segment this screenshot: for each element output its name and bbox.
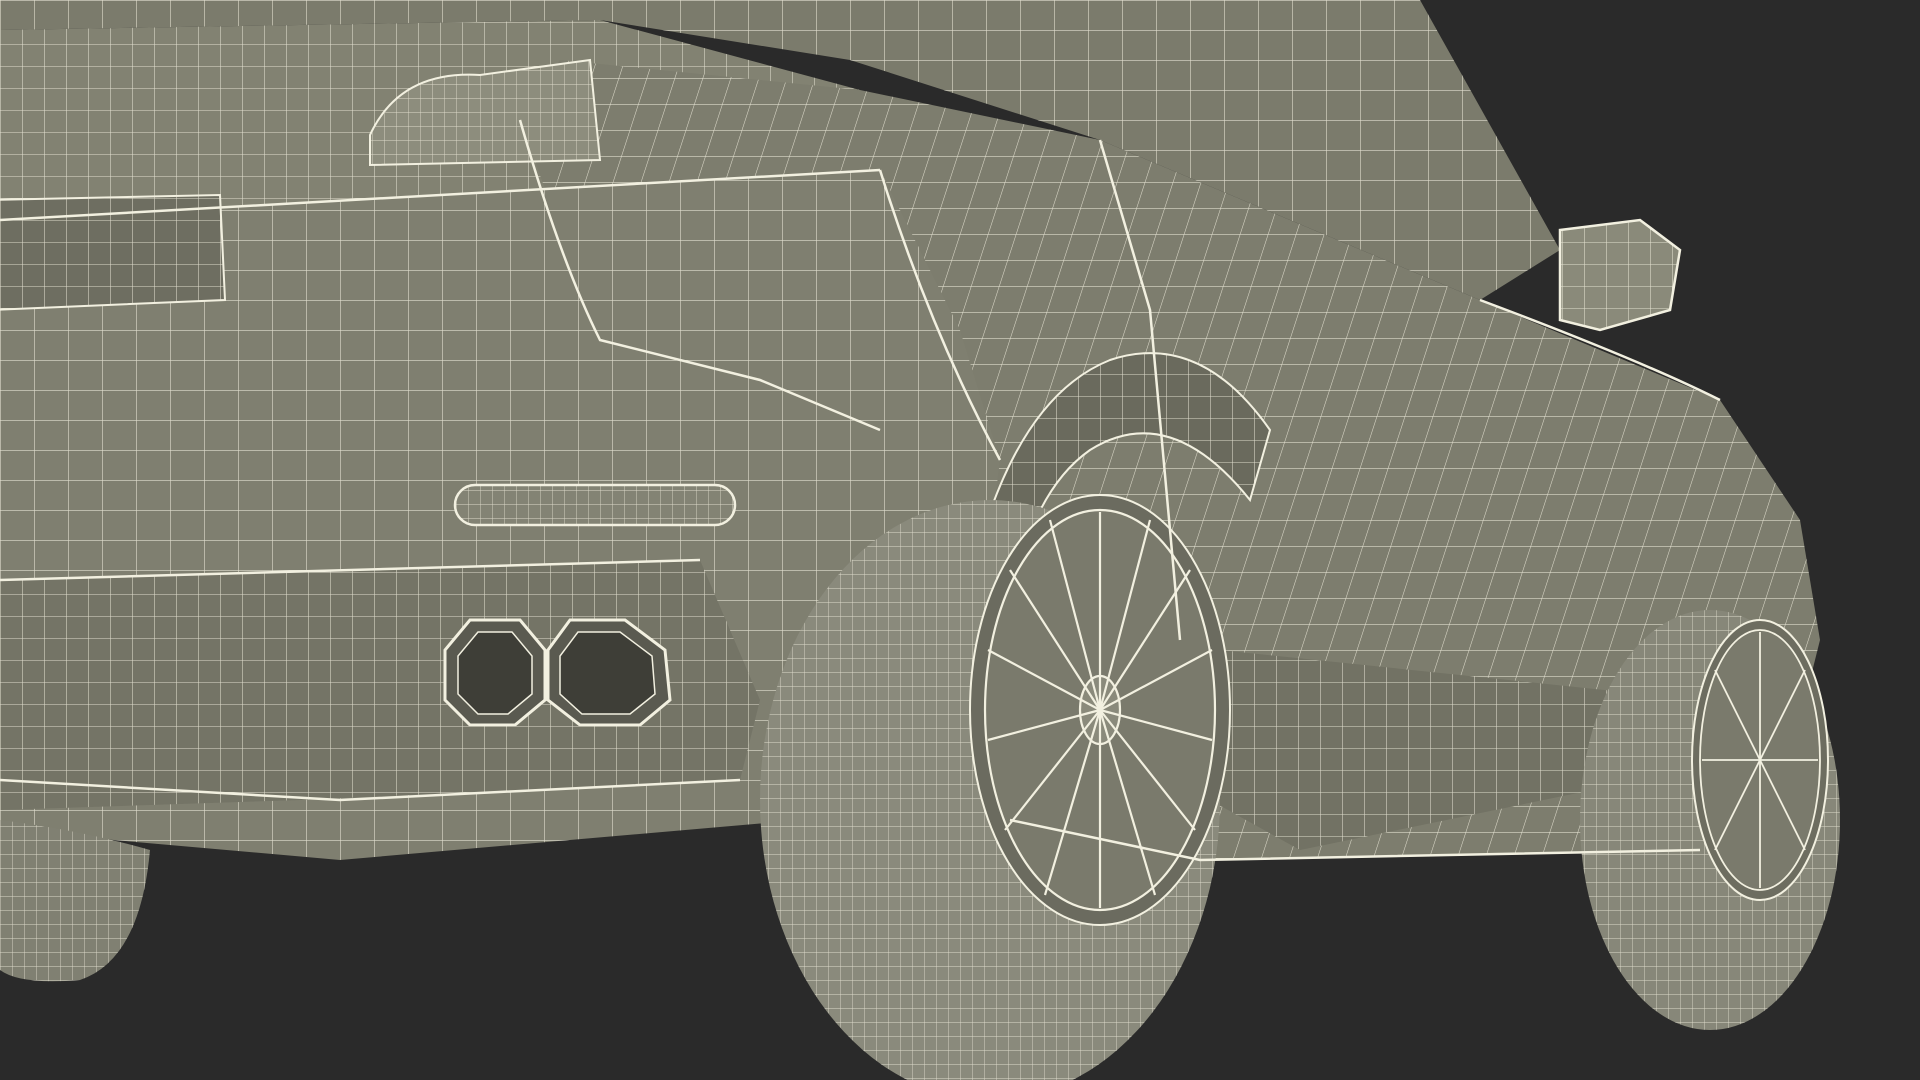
front-rim (1699, 629, 1821, 891)
rear-rim (983, 508, 1217, 912)
exhaust-tips (443, 618, 672, 727)
rear-reflector (453, 483, 737, 527)
3d-viewport (0, 0, 1920, 1080)
wireframe-car-render (0, 0, 1920, 1080)
side-mirror (1558, 218, 1682, 332)
license-plate-recess (0, 193, 227, 311)
